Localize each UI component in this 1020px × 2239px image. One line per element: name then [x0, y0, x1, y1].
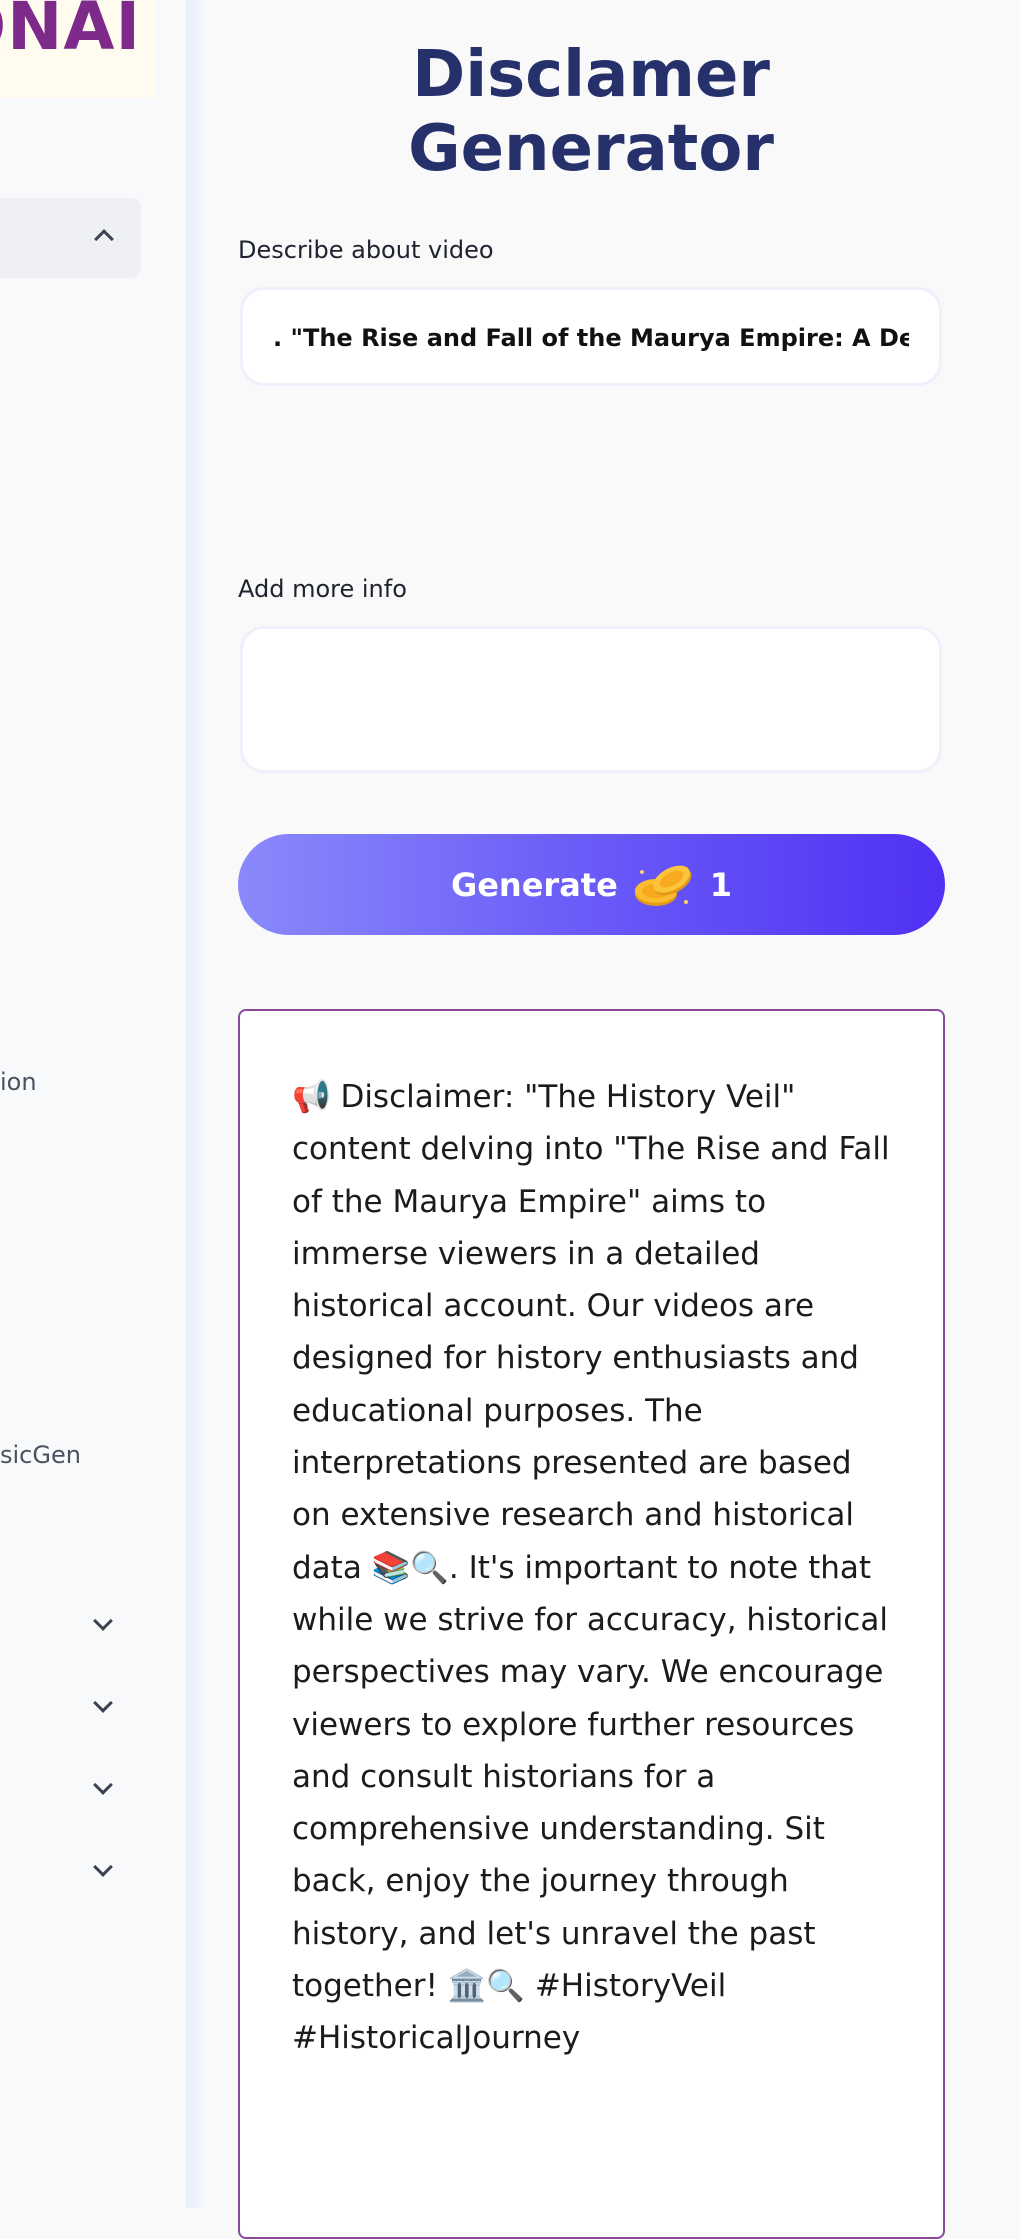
describe-label: Describe about video: [238, 236, 494, 264]
chevron-down-icon[interactable]: [93, 1693, 113, 1713]
sidebar: ONAI ion sicGen: [0, 0, 186, 2208]
page-title: Disclamer Generator: [408, 38, 774, 186]
more-info-label: Add more info: [238, 575, 407, 603]
output-box[interactable]: 📢 Disclaimer: "The History Veil" content…: [238, 1009, 945, 2239]
describe-input[interactable]: . "The Rise and Fall of the Maurya Empir…: [240, 287, 942, 386]
generate-cost: 1: [709, 865, 733, 904]
sidebar-divider: [186, 0, 208, 2208]
chevron-down-icon[interactable]: [93, 1857, 113, 1877]
logo[interactable]: ONAI: [0, 0, 155, 98]
generate-button[interactable]: Generate 1: [238, 834, 945, 935]
generate-button-label: Generate: [450, 865, 618, 904]
chevron-up-icon[interactable]: [94, 229, 114, 249]
generated-disclaimer: 📢 Disclaimer: "The History Veil" content…: [292, 1079, 890, 2057]
describe-input-value: . "The Rise and Fall of the Maurya Empir…: [273, 324, 909, 352]
chevron-down-icon[interactable]: [93, 1611, 113, 1631]
sidebar-item-label[interactable]: sicGen: [0, 1441, 81, 1469]
more-info-input[interactable]: [240, 626, 942, 773]
logo-text: ONAI: [0, 0, 141, 65]
coins-icon: [632, 858, 696, 912]
sidebar-item-label[interactable]: ion: [0, 1068, 37, 1096]
sidebar-item-expanded[interactable]: [0, 198, 141, 278]
chevron-down-icon[interactable]: [93, 1775, 113, 1795]
